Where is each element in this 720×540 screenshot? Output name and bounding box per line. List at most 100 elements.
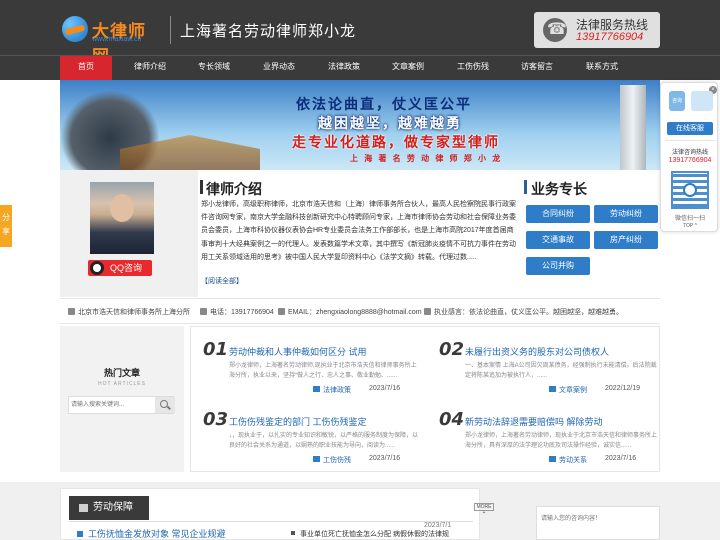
article-summary: ，，现执业于，以扎实的专业知识和敏锐，以严格的服务制度为保障，以良好的社会关系为… [229,433,419,449]
phone-small-icon [200,308,207,315]
contact-email: EMAIL：zhengxiaolong8888@hotmail.com [278,307,422,317]
qr-logo-icon [683,183,697,197]
nav-item-industry-news[interactable]: 业界动态 [253,56,305,80]
specialty-title-bar [524,180,527,194]
more-link[interactable]: MORE + [474,503,494,516]
list-item[interactable]: 事业单位死亡抚恤金怎么分配 病假休假的法律规 [291,529,449,539]
qq-icon [90,261,104,275]
contact-email-text: EMAIL：zhengxiaolong8888@hotmail.com [288,309,422,316]
nav-item-work-injury[interactable]: 工伤伤残 [447,56,499,80]
article-date: 2023/7/16 [605,455,637,462]
header-divider [170,16,171,44]
articles-grid: 01 劳动仲裁和人事仲裁如何区分 试用 郑小龙律师，上海著名劳动律师,现执业于北… [190,326,660,472]
quote-icon [424,308,431,315]
mail-icon [278,308,285,315]
list-item-label: 工伤抚恤金发放对象 常见企业规避 [88,529,226,539]
folder-icon [313,386,320,392]
nav-item-lawyer-intro[interactable]: 律师介绍 [124,56,176,80]
article-card: 03 工伤伤残鉴定的部门 工伤伤残鉴定 ，，现执业于，以扎实的专业知识和敏锐，以… [191,397,423,465]
banner-slogan-4: 上 海 著 名 劳 动 律 师 郑 小 龙 [350,154,503,163]
about-title-bar [200,180,203,194]
folder-icon [549,386,556,392]
specialty-labor-button[interactable]: 劳动纠纷 [594,205,658,223]
service-divider [665,140,715,141]
contact-bar: 北京市浩天信和律师事务所上海分所 电话：13917766904 EMAIL：zh… [60,298,660,324]
site-logo[interactable]: 大律师网 www.maxlaw.cn [62,16,162,66]
search-icon[interactable] [155,397,175,413]
panel-divider [69,521,473,522]
about-title: 律师介绍 [206,181,262,197]
labor-security-tab-label: 劳动保障 [93,502,133,513]
share-button[interactable]: 分享 [0,205,12,247]
article-title-link[interactable]: 工伤伤残鉴定的部门 工伤伤残鉴定 [229,415,367,428]
article-summary: 郑小龙律师，上海著名劳动律师，现执业于北京市浩天信和律师事务所上海分所，具有深厚… [465,433,657,449]
contact-phone: 电话：13917766904 [200,307,274,317]
article-category[interactable]: 法律政策 [313,385,351,395]
main-nav: 首页 律师介绍 专长领域 业界动态 法律政策 文章案例 工伤伤残 访客留言 联系… [0,55,720,80]
article-category[interactable]: 劳动关系 [549,455,587,465]
contact-motto: 执业感言：依法论曲直，仗义匡公平。越困越坚，越难越勇。 [424,307,623,317]
service-agent-icon [691,91,713,111]
wechat-scan-label: 微信扫一扫 [674,216,705,222]
folder-icon [549,456,556,462]
nav-item-legal-policy[interactable]: 法律政策 [318,56,370,80]
article-category-label: 劳动关系 [559,457,587,464]
article-summary: 一、基本案情 上海A公司因欠周某债务，经强制执行未能清偿。后法院裁定将陈某追加为… [465,363,657,379]
banner-slogan-1: 依法论曲直，仗义匡公平 [296,96,472,112]
qq-consult-label: QQ咨询 [110,263,143,273]
pillar-image [620,85,646,170]
logo-url: www.maxlaw.cn [92,36,142,43]
list-item[interactable]: 工伤抚恤金发放对象 常见企业规避 [77,527,226,540]
nav-item-contact[interactable]: 联系方式 [576,56,628,80]
article-title-link[interactable]: 新劳动法辞退需要赔偿吗 解除劳动 [465,415,603,428]
about-text: 郑小龙律师，高级职称律师，北京市浩天信和（上海）律师事务所合伙人，最高人民检察院… [201,201,516,261]
hot-articles-panel: 热门文章 HOT ARTICLES [60,326,184,472]
message-box [536,506,660,540]
contact-phone-text: 电话：13917766904 [210,309,274,316]
contact-firm: 北京市浩天信和律师事务所上海分所 [68,307,190,317]
site-slogan: 上海著名劳动律师郑小龙 [180,23,357,40]
lawyer-face [110,194,134,222]
article-card: 02 未履行出资义务的股东对公司债权人 一、基本案情 上海A公司因欠周某债务，经… [427,327,659,395]
contact-motto-text: 执业感言：依法论曲直，仗义匡公平。越困越坚，越难越勇。 [434,309,623,316]
nav-item-home[interactable]: 首页 [60,56,112,80]
specialty-traffic-button[interactable]: 交通事故 [526,231,590,249]
hero-banner: 依法论曲直，仗义匡公平 越困越坚，越难越勇 走专业化道路，做专家型律师 上 海 … [60,80,660,170]
logo-globe-icon [62,16,88,42]
specialty-property-button[interactable]: 房产纠纷 [594,231,658,249]
bullet-icon [291,531,295,535]
article-category[interactable]: 工伤伤残 [313,455,351,465]
article-category-label: 文章案例 [559,387,587,394]
labor-security-panel: 劳动保障 MORE + 工伤抚恤金发放对象 常见企业规避 事业单位死亡抚恤金怎么… [60,488,494,540]
article-date: 2023/7/16 [369,455,401,462]
nav-item-articles-cases[interactable]: 文章案例 [382,56,434,80]
read-all-link[interactable]: 【阅读全部】 [201,276,243,286]
message-input[interactable] [541,513,655,537]
article-title-link[interactable]: 未履行出资义务的股东对公司债权人 [465,345,609,358]
service-hotline-label: 法律咨询热线 [671,150,708,156]
specialty-merger-button[interactable]: 公司并购 [526,257,590,275]
qq-consult-button[interactable]: QQ咨询 [88,260,152,276]
online-service-button[interactable]: 在线客服 [667,122,713,135]
nav-item-expertise[interactable]: 专长领域 [188,56,240,80]
article-category-label: 工伤伤残 [323,457,351,464]
back-to-top-button[interactable]: TOP ^ [661,223,719,229]
specialty-contract-button[interactable]: 合同纠纷 [526,205,590,223]
about-section: QQ咨询 律师介绍 郑小龙律师，高级职称律师，北京市浩天信和（上海）律师事务所合… [60,170,660,297]
article-date: 2023/7/16 [369,385,401,392]
article-title-link[interactable]: 劳动仲裁和人事仲裁如何区分 试用 [229,345,367,358]
specialty-title: 业务专长 [531,181,587,197]
nav-item-guestbook[interactable]: 访客留言 [511,56,563,80]
labor-security-tab[interactable]: 劳动保障 [69,496,149,520]
search-input[interactable] [71,398,153,412]
banner-slogan-3: 走专业化道路，做专家型律师 [292,134,500,150]
list-icon [79,504,88,512]
article-number: 04 [439,409,465,430]
hot-articles-title: 热门文章 [103,368,140,378]
service-hotline-number: 13917766904 [668,157,712,164]
site-header: 大律师网 www.maxlaw.cn 上海著名劳动律师郑小龙 法律服务热线 13… [0,0,720,66]
folder-icon [313,456,320,462]
article-category[interactable]: 文章案例 [549,385,587,395]
contact-firm-text: 北京市浩天信和律师事务所上海分所 [78,309,190,316]
bullet-icon [77,531,83,537]
